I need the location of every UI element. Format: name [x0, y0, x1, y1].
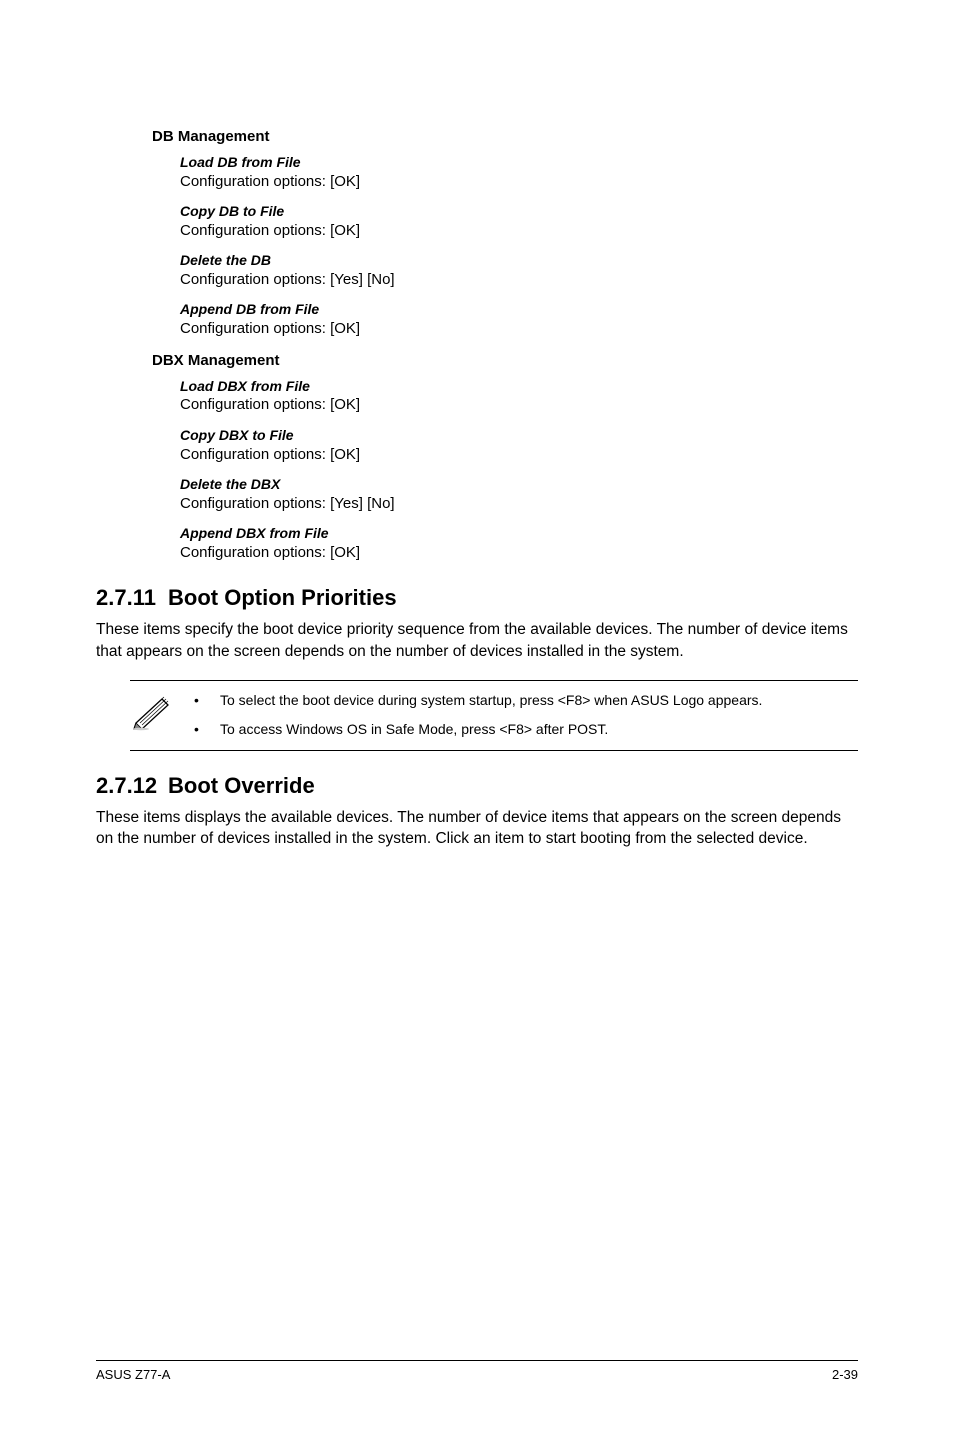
note-text: To select the boot device during system … [220, 691, 858, 711]
page-footer: ASUS Z77-A 2-39 [96, 1360, 858, 1382]
dbx-item-title: Append DBX from File [180, 524, 858, 543]
dbx-item-desc: Configuration options: [OK] [180, 395, 858, 415]
db-item: Delete the DB Configuration options: [Ye… [180, 251, 858, 290]
dbx-item: Append DBX from File Configuration optio… [180, 524, 858, 563]
dbx-item-title: Load DBX from File [180, 377, 858, 396]
db-item-title: Delete the DB [180, 251, 858, 270]
dbx-item-title: Copy DBX to File [180, 426, 858, 445]
dbx-management-heading: DBX Management [152, 352, 858, 369]
dbx-item: Copy DBX to File Configuration options: … [180, 426, 858, 465]
section-title: Boot Option Priorities [168, 585, 397, 611]
section-2-7-12-heading: 2.7.12 Boot Override [96, 773, 858, 799]
db-item-desc: Configuration options: [OK] [180, 319, 858, 339]
dbx-item-desc: Configuration options: [OK] [180, 445, 858, 465]
dbx-item: Load DBX from File Configuration options… [180, 377, 858, 416]
note-block: • To select the boot device during syste… [130, 680, 858, 751]
db-item: Load DB from File Configuration options:… [180, 153, 858, 192]
db-item-title: Load DB from File [180, 153, 858, 172]
section-title: Boot Override [168, 773, 315, 799]
note-list-item: • To select the boot device during syste… [184, 691, 858, 711]
note-list: • To select the boot device during syste… [184, 691, 858, 740]
db-item: Append DB from File Configuration option… [180, 300, 858, 339]
db-item-title: Append DB from File [180, 300, 858, 319]
dbx-item-desc: Configuration options: [OK] [180, 543, 858, 563]
bullet-icon: • [184, 691, 220, 711]
db-management-heading: DB Management [152, 128, 858, 145]
dbx-item: Delete the DBX Configuration options: [Y… [180, 475, 858, 514]
db-item-desc: Configuration options: [OK] [180, 172, 858, 192]
db-item-desc: Configuration options: [Yes] [No] [180, 270, 858, 290]
note-text: To access Windows OS in Safe Mode, press… [220, 720, 858, 740]
section-2-7-11-heading: 2.7.11 Boot Option Priorities [96, 585, 858, 611]
db-item-title: Copy DB to File [180, 202, 858, 221]
section-number: 2.7.12 [96, 773, 168, 799]
db-item-desc: Configuration options: [OK] [180, 221, 858, 241]
dbx-item-title: Delete the DBX [180, 475, 858, 494]
dbx-item-desc: Configuration options: [Yes] [No] [180, 494, 858, 514]
bullet-icon: • [184, 720, 220, 740]
section-2-7-11-body: These items specify the boot device prio… [96, 619, 858, 662]
section-number: 2.7.11 [96, 585, 168, 611]
pencil-icon [130, 691, 184, 740]
section-2-7-12-body: These items displays the available devic… [96, 807, 858, 850]
note-list-item: • To access Windows OS in Safe Mode, pre… [184, 720, 858, 740]
footer-right: 2-39 [832, 1367, 858, 1382]
footer-left: ASUS Z77-A [96, 1367, 170, 1382]
db-item: Copy DB to File Configuration options: [… [180, 202, 858, 241]
